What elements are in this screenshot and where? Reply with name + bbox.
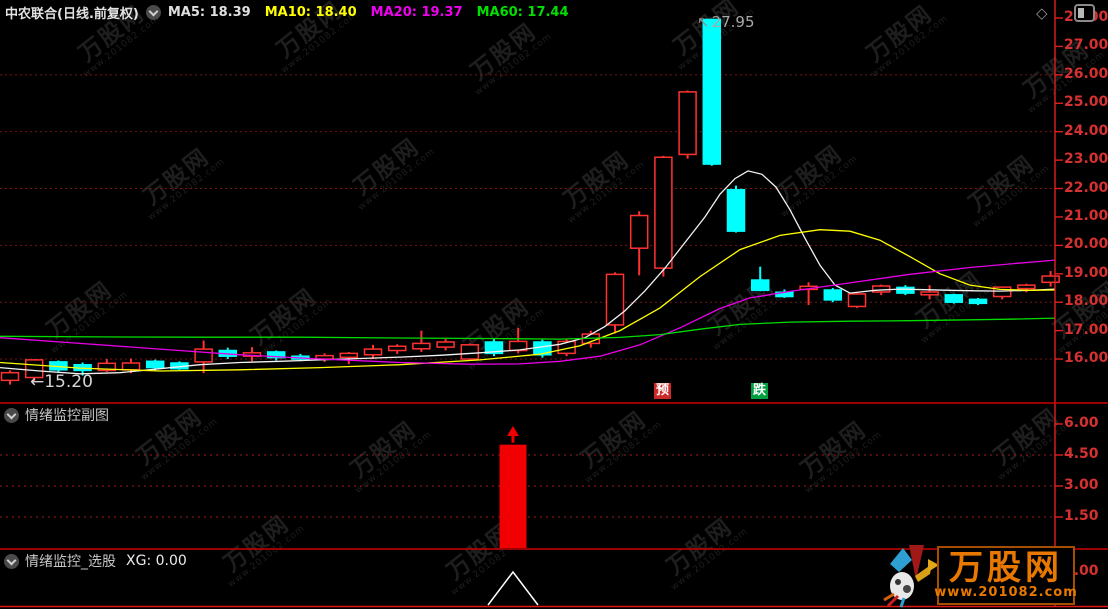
split-window-icon[interactable] [1074,4,1095,22]
candle-body [195,349,212,362]
candle-body [389,346,406,350]
candle-body [824,290,841,300]
collapse-chevron-icon[interactable] [4,408,19,423]
sentiment-axis-label: 6.00 [1064,415,1099,431]
price-axis-label: 19.00 [1064,265,1108,281]
high-price-value: 27.95 [712,13,755,31]
price-axis-label: 16.00 [1064,350,1108,366]
collapse-chevron-icon[interactable] [146,5,161,20]
price-axis-label: 24.00 [1064,123,1108,139]
price-callout-low: ←15.20 [30,372,93,392]
collapse-chevron-icon[interactable] [4,554,19,569]
candle-body [461,345,478,359]
brand-name: 万股网 [949,551,1063,585]
candle-body [2,373,19,381]
candle-body [897,287,914,293]
sentiment-panel-title: 情绪监控副图 [25,405,109,425]
price-axis-label: 23.00 [1064,151,1108,167]
candle-body [970,299,987,303]
panel-label-sentiment: 情绪监控副图 [4,405,109,425]
sentiment-axis-label: 1.50 [1064,508,1099,524]
mascot-logo-icon [882,544,940,608]
chart-header: 中农联合(日线.前复权) MA5: 18.39 MA10: 18.40 MA20: … [5,3,569,22]
candle-body [752,280,769,290]
brand-url: www.201082.com [934,585,1078,600]
ma-label: MA10: 18.40 [265,5,357,20]
xg-value: XG: 0.00 [126,553,187,569]
candle-body [728,190,745,231]
stock-title: 中农联合(日线.前复权) [5,3,139,22]
signal-triangle [488,572,538,605]
up-left-arrow-icon: ↖ [697,13,710,31]
ma-line-ma5 [0,171,1055,374]
candle-body [873,286,890,292]
candle-body [340,353,357,357]
badge-forecast: 预 [654,383,671,399]
candle-body [1042,276,1059,282]
brand-logo-box: 万股网 www.201082.com [937,546,1075,605]
price-axis-label: 26.00 [1064,66,1108,82]
sentiment-axis-label: 3.00 [1064,477,1099,493]
ma-label: MA20: 19.37 [371,5,463,20]
price-axis-label: 20.00 [1064,236,1108,252]
price-axis-label: 17.00 [1064,322,1108,338]
ma-labels: MA5: 18.39 MA10: 18.40 MA20: 19.37 MA60: 17… [168,5,569,20]
candle-body [413,343,430,348]
ma-line-ma10 [0,230,1055,371]
candle-body [147,361,164,367]
price-axis-label: 25.00 [1064,94,1108,110]
diamond-icon[interactable]: ◇ [1036,4,1048,22]
up-arrow-icon [507,426,519,436]
candle-body [1018,285,1035,288]
sentiment-axis-label: 4.50 [1064,446,1099,462]
trading-app-window: 万股网www.201082.com万股网www.201082.com万股网www… [0,0,1108,609]
candle-body [921,292,938,295]
sentiment-bar [500,445,527,548]
candlestick-chart[interactable] [0,0,1108,609]
price-callout-high: ↖27.95 [697,13,755,31]
badge-fall: 跌 [751,383,768,399]
price-axis-label: 27.00 [1064,37,1108,53]
candle-body [607,274,624,325]
ma-label: MA60: 17.44 [477,5,569,20]
candle-body [679,92,696,155]
ma-label: MA5: 18.39 [168,5,251,20]
candle-body [703,19,720,164]
price-axis-label: 22.00 [1064,180,1108,196]
candle-body [849,294,866,307]
candle-body [631,216,648,249]
panel-label-stockpick: 情绪监控_选股 XG: 0.00 [4,551,187,571]
price-axis-label: 18.00 [1064,293,1108,309]
candle-body [123,363,140,370]
stockpick-panel-title: 情绪监控_选股 [25,551,116,571]
candle-body [655,157,672,268]
candle-body [365,349,382,355]
ma-line-ma60 [0,318,1055,339]
candle-body [437,342,454,347]
candle-body [945,295,962,302]
price-axis-label: 21.00 [1064,208,1108,224]
